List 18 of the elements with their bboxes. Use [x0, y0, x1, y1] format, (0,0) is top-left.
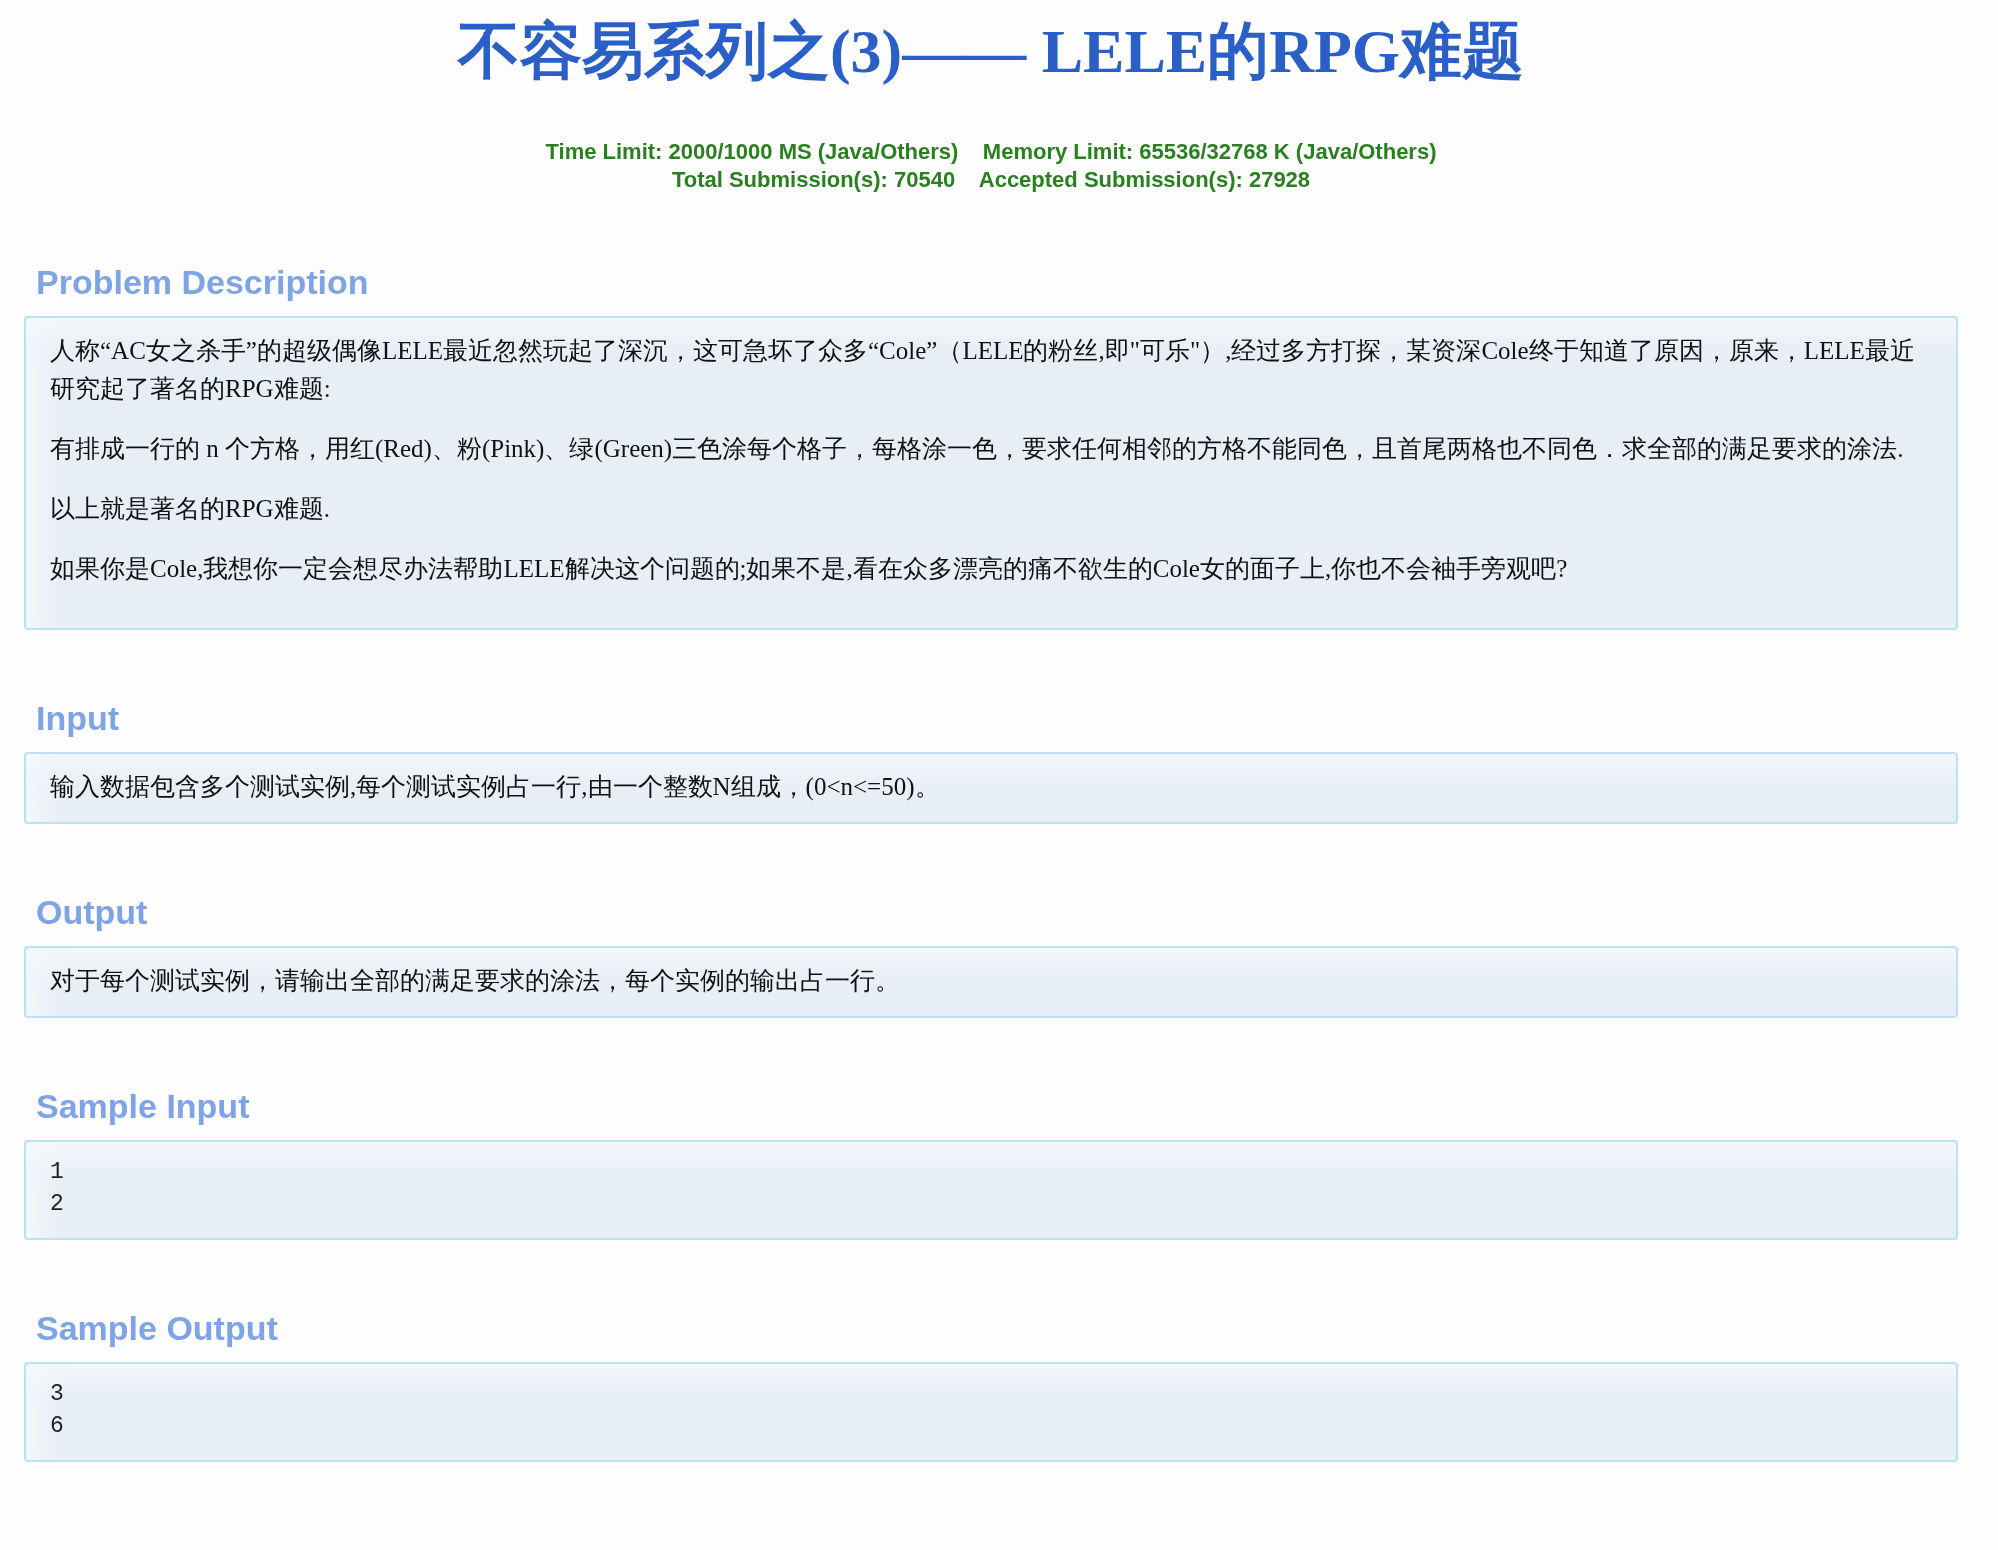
limits-text: Total Submission(s): 70540 Accepted Submission(s): 27928 — [670, 166, 1312, 194]
paragraph: 如果你是Cole,我想你一定会想尽办法帮助LELE解决这个问题的;如果不是,看在众多漂亮的痛不欲生的Cole女的面子上,你也不会袖手旁观吧? — [50, 554, 1569, 584]
sample-line: 2 — [50, 1190, 65, 1219]
limits-text: Time Limit: 2000/1000 MS (Java/Others) Memory Limit: 65536/32768 K (Java/Others) — [544, 138, 1438, 166]
section-heading: Sample Input — [36, 1086, 251, 1127]
paragraph: 对于每个测试实例，请输出全部的满足要求的涂法，每个实例的输出占一行。 — [50, 966, 901, 996]
section-heading: Output — [36, 892, 149, 933]
sample-line: 6 — [50, 1412, 65, 1441]
paragraph: 有排成一行的 n 个方格，用红(Red)、粉(Pink)、绿(Green)三色涂每个格子，每格涂一色，要求任何相邻的方格不能同色，且首尾两格也不同色．求全部的满足要求的涂法. — [50, 434, 1905, 465]
section-heading: Input — [36, 698, 121, 739]
paragraph: 人称“AC女之杀手”的超级偶像LELE最近忽然玩起了深沉，这可急坏了众多“Cole”（LELE的粉丝,即"可乐"）,经过多方打探，某资深Cole终于知道了原因，原来，LELE最近研究起了著名的RPG难题: — [50, 336, 1916, 404]
sample-line: 1 — [50, 1158, 65, 1187]
paragraph: 输入数据包含多个测试实例,每个测试实例占一行,由一个整数N组成，(0<n<=50)。 — [50, 772, 941, 803]
section-heading: Problem Description — [36, 262, 370, 303]
paragraph: 以上就是著名的RPG难题. — [50, 494, 331, 524]
section-heading: Sample Output — [36, 1308, 279, 1349]
sample-line: 3 — [50, 1380, 65, 1409]
problem-title: 不容易系列之(3)—— LELE的RPG难题 — [456, 16, 1526, 87]
